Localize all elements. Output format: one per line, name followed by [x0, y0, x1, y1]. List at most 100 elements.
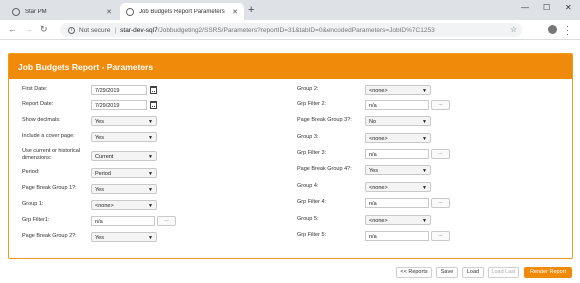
separator: | — [114, 26, 117, 34]
dimensions-label: Use current or historical dimensions: — [22, 148, 81, 161]
selected-value: <none> — [369, 185, 388, 191]
show-decimals-label: Show decimals: — [22, 117, 61, 123]
tab-title: Job Budgets Report Parameters — [139, 8, 225, 15]
group-1-label: Group 1: — [22, 201, 44, 207]
kebab-menu-icon[interactable]: · · · — [566, 22, 569, 39]
grp-filter-2-input[interactable]: n/a — [365, 100, 429, 110]
grp-filter-3-input[interactable]: n/a — [365, 149, 429, 159]
selected-value: Yes — [95, 235, 104, 241]
report-date-input[interactable]: 7/29/2019 — [91, 100, 147, 110]
dimensions-select[interactable]: Current ▼ — [91, 151, 157, 161]
selected-value: Yes — [369, 168, 378, 174]
tab-job-budgets[interactable]: Job Budgets Report Parameters ✕ — [120, 3, 244, 20]
cover-page-label: Include a cover page: — [22, 133, 75, 139]
dropdown-arrow-icon: ▼ — [148, 203, 153, 209]
forward-arrow-icon[interactable]: → — [24, 24, 33, 34]
page-break-2-select[interactable]: Yes ▼ — [91, 232, 157, 242]
dropdown-arrow-icon: ▼ — [422, 88, 427, 94]
load-last-button[interactable]: Load Last — [488, 267, 519, 278]
page-break-1-select[interactable]: Yes ▼ — [91, 184, 157, 194]
selected-value: Yes — [95, 187, 104, 193]
period-label: Period: — [22, 169, 40, 175]
group-2-label: Group 2: — [297, 86, 319, 92]
selected-value: <none> — [95, 203, 114, 209]
grp-filter-5-browse-button[interactable]: ... — [431, 231, 450, 241]
dropdown-arrow-icon: ▼ — [422, 168, 427, 174]
tab-star-pm[interactable]: Star PM ✕ — [6, 3, 118, 20]
group-1-select[interactable]: <none> ▼ — [91, 200, 157, 210]
group-2-select[interactable]: <none> ▼ — [365, 85, 431, 95]
info-icon[interactable]: i — [68, 26, 75, 34]
page-break-3-select[interactable]: No ▼ — [365, 116, 431, 126]
period-select[interactable]: Period ▼ — [91, 168, 157, 178]
render-report-button[interactable]: Render Report — [524, 267, 572, 278]
page-break-4-select[interactable]: Yes ▼ — [365, 165, 431, 175]
grp-filter-3-browse-button[interactable]: ... — [431, 149, 450, 159]
profile-avatar-icon[interactable] — [548, 25, 557, 34]
page-break-4-label: Page Break Group 4?: — [297, 166, 352, 172]
panel-title: Job Budgets Report - Parameters — [9, 54, 572, 79]
calendar-icon[interactable] — [150, 101, 157, 109]
grp-filter-4-label: Grp Filter 4: — [297, 199, 327, 205]
dropdown-arrow-icon: ▼ — [148, 119, 153, 125]
dropdown-arrow-icon: ▼ — [148, 135, 153, 141]
report-date-label: Report Date: — [22, 101, 54, 107]
show-decimals-select[interactable]: Yes ▼ — [91, 116, 157, 126]
browser-tabstrip: Star PM ✕ Job Budgets Report Parameters … — [0, 0, 580, 20]
group-4-label: Group 4: — [297, 183, 319, 189]
grp-filter-5-input[interactable]: n/a — [365, 231, 429, 241]
globe-icon — [12, 7, 20, 16]
grp-filter-5-label: Grp Filter 5: — [297, 232, 327, 238]
calendar-icon[interactable] — [150, 86, 157, 94]
group-5-select[interactable]: <none> ▼ — [365, 215, 431, 225]
security-label: Not secure — [79, 26, 111, 34]
page-break-3-label: Page Break Group 3?: — [297, 117, 352, 123]
grp-filter-2-browse-button[interactable]: ... — [431, 100, 450, 110]
save-button[interactable]: Save — [436, 267, 458, 278]
minimize-button[interactable]: — — [521, 3, 529, 12]
group-4-select[interactable]: <none> ▼ — [365, 182, 431, 192]
cover-page-select[interactable]: Yes ▼ — [91, 132, 157, 142]
selected-value: Period — [95, 171, 111, 177]
group-5-label: Group 5: — [297, 216, 319, 222]
selected-value: <none> — [369, 88, 388, 94]
close-tab-icon[interactable]: ✕ — [106, 8, 112, 16]
back-arrow-icon[interactable]: ← — [8, 24, 17, 34]
dropdown-arrow-icon: ▼ — [422, 185, 427, 191]
url-host: star-dev-sql7 — [120, 26, 158, 34]
url-path: /Jobbudgeting2/SSRS/Parameters?reportID=… — [157, 26, 435, 34]
address-bar[interactable]: i Not secure | star-dev-sql7 /Jobbudgeti… — [60, 23, 522, 37]
grp-filter-1-input[interactable]: n/a — [91, 216, 155, 226]
grp-filter-4-browse-button[interactable]: ... — [431, 198, 450, 208]
globe-icon — [126, 7, 134, 16]
dropdown-arrow-icon: ▼ — [422, 218, 427, 224]
dropdown-arrow-icon: ▼ — [148, 235, 153, 241]
group-3-label: Group 3: — [297, 134, 319, 140]
dropdown-arrow-icon: ▼ — [148, 187, 153, 193]
grp-filter-3-label: Grp Filter 3: — [297, 150, 327, 156]
first-date-label: First Date: — [22, 86, 48, 92]
first-date-input[interactable]: 7/29/2019 — [91, 85, 147, 95]
dropdown-arrow-icon: ▼ — [422, 136, 427, 142]
tab-title: Star PM — [25, 8, 47, 15]
close-tab-icon[interactable]: ✕ — [232, 8, 238, 16]
reload-icon[interactable]: ↻ — [40, 24, 48, 35]
close-window-button[interactable]: ✕ — [565, 3, 572, 12]
selected-value: <none> — [369, 136, 388, 142]
grp-filter-2-label: Grp Filter 2: — [297, 101, 327, 107]
group-3-select[interactable]: <none> ▼ — [365, 133, 431, 143]
maximize-button[interactable]: ☐ — [543, 3, 550, 12]
selected-value: Yes — [95, 135, 104, 141]
load-button[interactable]: Load — [462, 267, 484, 278]
selected-value: <none> — [369, 218, 388, 224]
selected-value: Yes — [95, 119, 104, 125]
page-break-2-label: Page Break Group 2?: — [22, 233, 77, 239]
bookmark-star-icon[interactable]: ☆ — [510, 25, 517, 34]
grp-filter-1-browse-button[interactable]: ... — [157, 216, 176, 226]
page-break-1-label: Page Break Group 1?: — [22, 185, 77, 191]
reports-button[interactable]: << Reports — [396, 267, 432, 278]
grp-filter-4-input[interactable]: n/a — [365, 198, 429, 208]
parameters-panel: Job Budgets Report - Parameters First Da… — [8, 53, 573, 259]
new-tab-button[interactable]: + — [248, 4, 254, 16]
selected-value: Current — [95, 154, 114, 160]
